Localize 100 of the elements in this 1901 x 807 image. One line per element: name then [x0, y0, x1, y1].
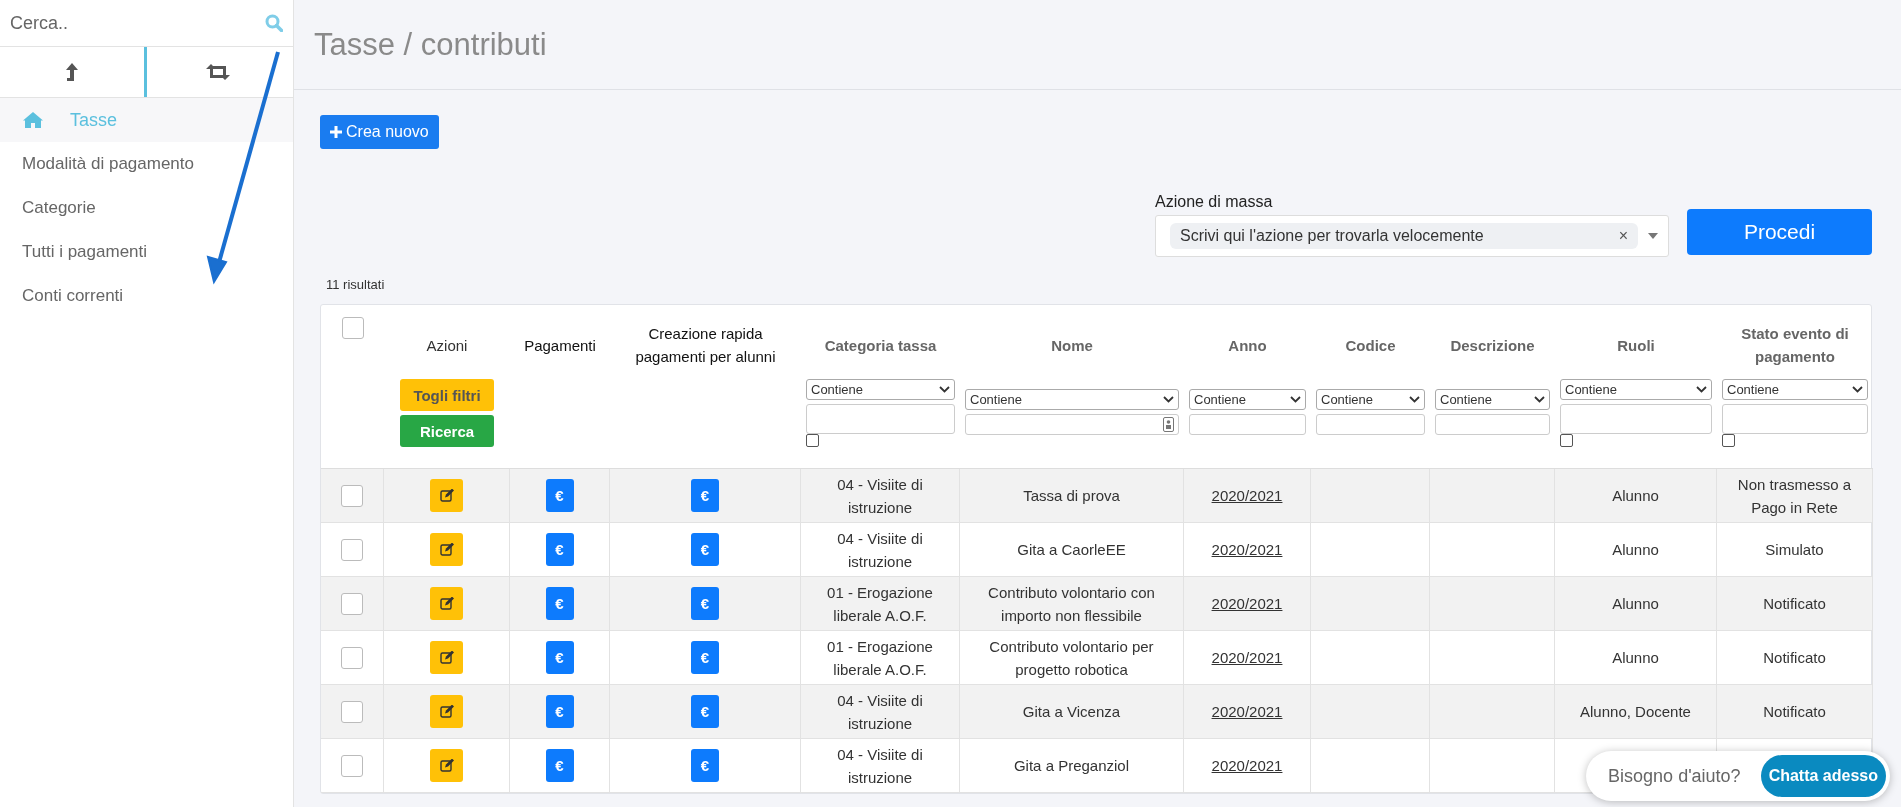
filter-checkbox[interactable]	[806, 434, 819, 447]
edit-button[interactable]	[430, 587, 463, 620]
chevron-down-icon	[1409, 396, 1420, 403]
year-link[interactable]: 2020/2021	[1211, 484, 1283, 507]
home-icon	[22, 111, 44, 129]
bulk-action-select[interactable]: Scrivi qui l'azione per trovarla velocemente ×	[1155, 215, 1669, 257]
filter-input[interactable]	[1316, 414, 1425, 435]
column-header[interactable]: Descrizione	[1450, 311, 1535, 379]
chevron-down-icon	[1163, 396, 1174, 403]
table-cell: Tassa di prova	[960, 469, 1184, 523]
filter-select[interactable]: Contiene	[1722, 379, 1868, 400]
year-link[interactable]: 2020/2021	[1211, 646, 1283, 669]
filter-checkbox[interactable]	[1560, 434, 1573, 447]
edit-icon	[439, 759, 454, 772]
column-header[interactable]: Stato evento di pagamento	[1722, 311, 1868, 379]
payments-button[interactable]: €	[545, 533, 574, 566]
page-title: Tasse / contributi	[314, 26, 547, 63]
filter-input[interactable]	[1722, 404, 1868, 434]
edit-button[interactable]	[430, 479, 463, 512]
row-checkbox[interactable]	[341, 538, 363, 561]
year-link[interactable]: 2020/2021	[1211, 538, 1283, 561]
payments-button[interactable]: €	[545, 641, 574, 674]
edit-button[interactable]	[430, 749, 463, 782]
filter-input[interactable]	[1560, 404, 1712, 434]
arrow-up-icon	[65, 63, 78, 81]
select-all-checkbox[interactable]	[341, 317, 364, 339]
quick-payment-button[interactable]: €	[691, 587, 719, 620]
search-button[interactable]: Ricerca	[400, 415, 494, 447]
year-link[interactable]: 2020/2021	[1211, 754, 1283, 777]
column-header: Pagamenti	[524, 335, 596, 356]
filter-input[interactable]	[806, 404, 955, 434]
filter-select[interactable]: Contiene	[806, 379, 955, 400]
year-link[interactable]: 2020/2021	[1211, 592, 1283, 615]
chat-button[interactable]: Chatta adesso	[1760, 755, 1886, 797]
filter-input[interactable]	[1189, 414, 1306, 435]
table-cell: 04 - Visiite di istruzione	[801, 469, 960, 523]
search-icon[interactable]	[265, 14, 283, 32]
row-checkbox[interactable]	[341, 592, 363, 615]
table-cell: 01 - Erogazione liberale A.O.F.	[801, 577, 960, 631]
filter-input[interactable]	[1435, 414, 1550, 435]
column-header[interactable]: Categoria tassa	[824, 311, 937, 379]
selected-action-text: Scrivi qui l'azione per trovarla velocemente	[1180, 227, 1484, 245]
table-cell: Gita a Preganziol	[960, 739, 1184, 793]
row-checkbox[interactable]	[341, 700, 363, 723]
filter-select[interactable]: Contiene	[965, 389, 1179, 410]
quick-payment-button[interactable]: €	[691, 479, 719, 512]
sidebar-item[interactable]: Tutti i pagamenti	[0, 230, 293, 274]
sidebar-item[interactable]: Conti correnti	[0, 274, 293, 318]
column-header[interactable]: Anno	[1228, 311, 1267, 379]
clear-button[interactable]: ×	[1618, 227, 1628, 245]
chevron-down-icon	[1696, 386, 1707, 393]
table-cell: Notificato	[1717, 685, 1873, 739]
column-header: Creazione rapida pagamenti per alunni	[634, 324, 777, 367]
filter-input[interactable]	[965, 414, 1179, 435]
payments-button[interactable]: €	[545, 587, 574, 620]
bulk-action-label: Azione di massa	[1155, 193, 1274, 211]
row-checkbox[interactable]	[341, 646, 363, 669]
edit-icon	[439, 543, 454, 556]
column-header[interactable]: Nome	[1051, 311, 1093, 379]
help-prompt: Bisogno d'aiuto?	[1608, 765, 1741, 787]
edit-icon	[439, 489, 454, 502]
create-button[interactable]: Crea nuovo	[320, 115, 439, 149]
payments-button[interactable]: €	[545, 695, 574, 728]
table-cell: Gita a Vicenza	[960, 685, 1184, 739]
edit-button[interactable]	[430, 695, 463, 728]
table-cell: Alunno	[1555, 577, 1717, 631]
filter-select[interactable]: Contiene	[1189, 389, 1306, 410]
column-header[interactable]: Ruoli	[1617, 311, 1655, 379]
edit-icon	[439, 597, 454, 610]
edit-icon	[439, 651, 454, 664]
filter-select[interactable]: Contiene	[1560, 379, 1712, 400]
payments-button[interactable]: €	[545, 479, 574, 512]
year-link[interactable]: 2020/2021	[1211, 700, 1283, 723]
payments-button[interactable]: €	[545, 749, 574, 782]
chevron-down-icon	[1290, 396, 1301, 403]
edit-button[interactable]	[430, 533, 463, 566]
chevron-down-icon	[939, 386, 950, 393]
table-cell: 04 - Visiite di istruzione	[801, 739, 960, 793]
quick-payment-button[interactable]: €	[691, 641, 719, 674]
filter-select[interactable]: Contiene	[1435, 389, 1550, 410]
quick-payment-button[interactable]: €	[691, 533, 719, 566]
contact-card-icon[interactable]	[1163, 417, 1174, 432]
sidebar-item[interactable]: Categorie	[0, 186, 293, 230]
sidebar-item[interactable]: Modalità di pagamento	[0, 142, 293, 186]
table-cell: Alunno, Docente	[1555, 685, 1717, 739]
quick-payment-button[interactable]: €	[691, 749, 719, 782]
table-cell: 04 - Visiite di istruzione	[801, 685, 960, 739]
column-header: Azioni	[426, 335, 468, 356]
filter-select[interactable]: Contiene	[1316, 389, 1425, 410]
table-cell: Notificato	[1717, 577, 1873, 631]
column-header[interactable]: Codice	[1345, 311, 1396, 379]
quick-payment-button[interactable]: €	[691, 695, 719, 728]
filter-checkbox[interactable]	[1722, 434, 1735, 447]
clear-filters-button[interactable]: Togli filtri	[400, 379, 494, 411]
row-checkbox[interactable]	[341, 484, 363, 507]
row-checkbox[interactable]	[341, 754, 363, 777]
edit-button[interactable]	[430, 641, 463, 674]
proceed-button[interactable]: Procedi	[1687, 209, 1872, 255]
plus-icon	[330, 126, 342, 138]
result-count: 11 risultati	[326, 277, 386, 292]
